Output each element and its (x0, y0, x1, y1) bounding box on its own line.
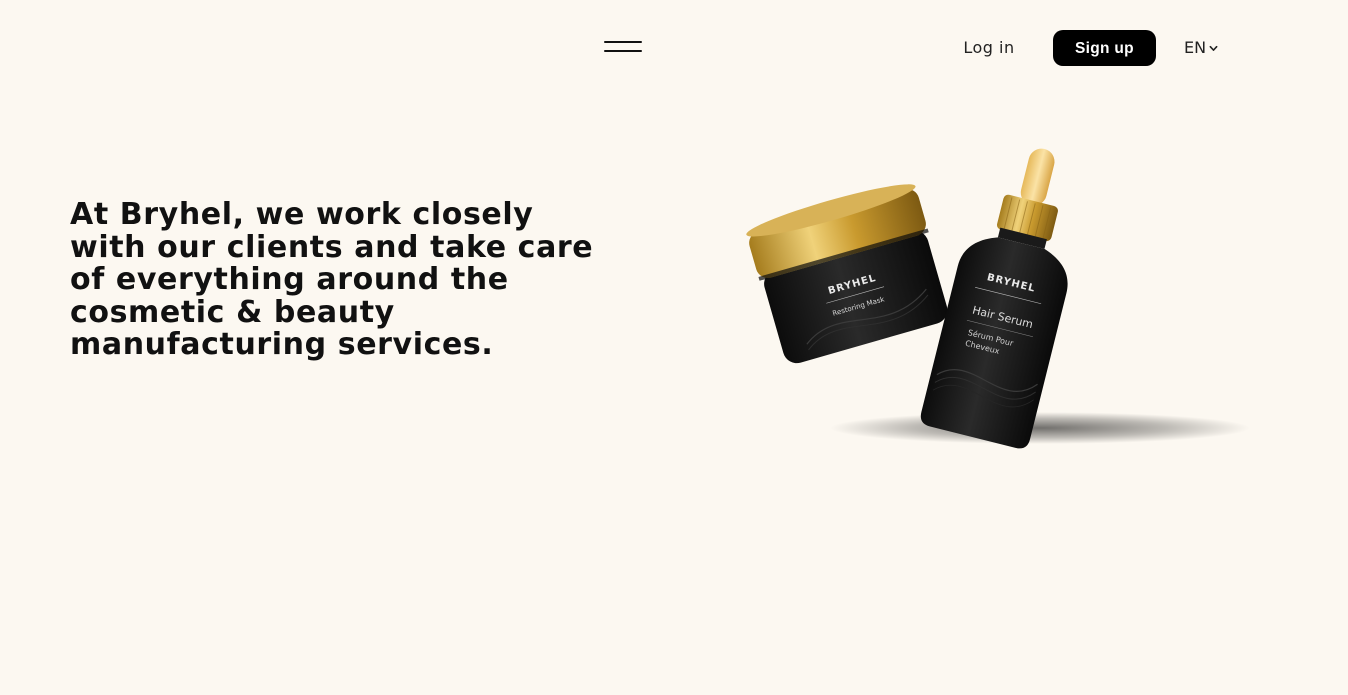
menu-line (604, 50, 642, 52)
menu-line (604, 41, 642, 43)
hero-heading: At Bryhel, we work closely with our clie… (70, 197, 610, 362)
hero-heading-line: with our clients and take care (70, 229, 594, 265)
hero-heading-line: of everything around the (70, 262, 509, 297)
chevron-down-icon (1209, 45, 1218, 51)
language-label: EN (1183, 38, 1207, 57)
product-illustration: BRYHEL Restoring Mask BRYHEL Hair Serum … (740, 130, 1260, 460)
mask-jar: BRYHEL Restoring Mask (746, 184, 948, 364)
signup-button[interactable]: Sign up (1053, 30, 1156, 66)
login-link[interactable]: Log in (948, 30, 1030, 66)
hamburger-menu-icon[interactable] (602, 36, 644, 60)
hero-heading-line: manufacturing services. (70, 327, 494, 362)
serum-bottle: BRYHEL Hair Serum Sérum Pour Cheveux (920, 148, 1068, 449)
hero-heading-line: At Bryhel, we work closely (70, 197, 534, 232)
language-selector[interactable]: EN (1176, 30, 1226, 66)
product-illustration-svg: BRYHEL Restoring Mask BRYHEL Hair Serum … (746, 148, 1250, 449)
landing-page: Log in Sign up EN At Bryhel, we work clo… (0, 0, 1348, 695)
hero-heading-line: cosmetic & beauty (70, 294, 395, 330)
product-shadow (830, 412, 1250, 444)
